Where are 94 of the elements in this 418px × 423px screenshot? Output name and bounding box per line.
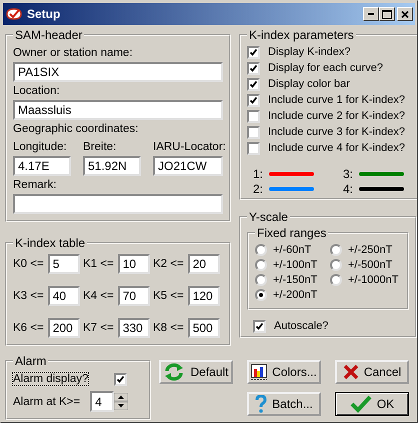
field-label: IARU-Locator:	[153, 141, 223, 154]
input-field[interactable]: 20	[188, 254, 220, 274]
radio-button[interactable]	[255, 258, 267, 270]
dialog-button[interactable]: Batch...	[247, 392, 321, 416]
minimize-button[interactable]	[363, 7, 379, 21]
checkbox-label: Display for each curve?	[268, 62, 383, 74]
question-mark-icon	[255, 395, 268, 413]
checkbox-label: Include curve 2 for K-index?	[268, 110, 405, 122]
input-field[interactable]: 500	[188, 318, 220, 338]
curve-number: 3:	[343, 166, 354, 180]
radio-button[interactable]	[255, 274, 267, 286]
field-label: K7 <=	[83, 322, 114, 334]
field-label: Location:	[13, 85, 61, 98]
input-field[interactable]: 70	[118, 286, 150, 306]
field-label: Remark:	[13, 179, 58, 192]
group-title: K-index table	[14, 236, 86, 250]
radio-button[interactable]	[330, 244, 342, 256]
field-label: Longitude:	[13, 141, 68, 154]
app-icon	[5, 7, 23, 21]
cross-icon	[342, 364, 359, 380]
checkbox[interactable]	[247, 46, 260, 58]
radio-label: +/-250nT	[348, 244, 392, 256]
group-title: SAM-header	[14, 28, 84, 42]
radio-button[interactable]	[255, 288, 267, 300]
checkbox[interactable]	[114, 372, 127, 386]
field-label: Geographic coordinates:	[13, 123, 140, 136]
spin-arrows-icon[interactable]	[114, 393, 128, 410]
radio-label: +/-500nT	[348, 258, 392, 270]
checkbox[interactable]	[247, 62, 260, 74]
input-field[interactable]: 120	[188, 286, 220, 306]
checkbox[interactable]	[247, 78, 260, 90]
close-icon	[401, 10, 409, 18]
input-field[interactable]: 330	[118, 318, 150, 338]
dialog-button[interactable]: Colors...	[247, 360, 321, 384]
group-title: K-index parameters	[248, 28, 355, 42]
input-field[interactable]: 5	[48, 254, 80, 274]
group-title: Alarm	[14, 354, 48, 368]
checkbox-label: Display color bar	[268, 78, 350, 90]
input-field[interactable]: PA1SIX	[13, 62, 223, 82]
input-field[interactable]: 51.92N	[83, 156, 141, 176]
input-field[interactable]: 10	[118, 254, 150, 274]
checkbox[interactable]	[247, 142, 260, 154]
dialog-button[interactable]: Cancel	[335, 360, 409, 384]
field-label: K6 <=	[13, 322, 44, 334]
radio-label: +/-60nT	[273, 244, 312, 256]
field-label: K1 <=	[83, 258, 114, 270]
checkbox-label: Autoscale?	[274, 320, 328, 332]
field-label: K8 <=	[153, 322, 184, 334]
field-label: K5 <=	[153, 290, 184, 302]
maximize-icon	[382, 10, 392, 18]
curve-number: 1:	[253, 166, 264, 180]
checkbox-label: Alarm display?	[13, 373, 88, 385]
bar-chart-icon	[251, 364, 268, 380]
window-title: Setup	[27, 7, 62, 21]
close-button[interactable]	[397, 7, 413, 21]
radio-label: +/-200nT	[273, 288, 318, 300]
radio-button[interactable]	[255, 244, 267, 256]
field-label: Owner or station name:	[13, 47, 134, 60]
refresh-icon	[163, 362, 186, 382]
radio-label: +/-150nT	[273, 274, 318, 286]
checkbox-label: Include curve 3 for K-index?	[268, 126, 405, 138]
checkbox[interactable]	[247, 126, 260, 138]
check-icon	[350, 395, 372, 413]
dialog-button[interactable]: Default	[159, 360, 233, 384]
radio-button[interactable]	[330, 274, 342, 286]
group-title: Y-scale	[248, 210, 289, 224]
minimize-icon	[368, 13, 374, 15]
curve-number: 4:	[343, 182, 354, 196]
field-label: Alarm at K>=	[13, 396, 80, 408]
field-label: K0 <=	[13, 258, 44, 270]
radio-label: +/-100nT	[273, 258, 318, 270]
checkbox-label: Include curve 1 for K-index?	[268, 94, 405, 106]
input-field[interactable]: 4.17E	[13, 156, 71, 176]
field-label: K3 <=	[13, 290, 44, 302]
field-label: Breite:	[83, 141, 118, 154]
maximize-button[interactable]	[379, 7, 395, 21]
input-field[interactable]: 40	[48, 286, 80, 306]
checkbox[interactable]	[247, 94, 260, 106]
checkbox[interactable]	[247, 110, 260, 122]
field-label: K4 <=	[83, 290, 114, 302]
group-title: Fixed ranges	[256, 226, 328, 240]
radio-button[interactable]	[330, 258, 342, 270]
checkbox[interactable]	[253, 320, 266, 332]
curve-number: 2:	[253, 182, 264, 196]
checkbox-label: Include curve 4 for K-index?	[268, 142, 405, 154]
input-field[interactable]: JO21CW	[153, 156, 223, 176]
input-field[interactable]: 200	[48, 318, 80, 338]
dialog-button[interactable]: OK	[335, 392, 409, 416]
field-label: K2 <=	[153, 258, 184, 270]
input-field[interactable]	[13, 194, 223, 214]
input-field[interactable]: Maassluis	[13, 100, 223, 120]
checkbox-label: Display K-index?	[268, 46, 351, 58]
radio-label: +/-1000nT	[348, 274, 398, 286]
input-field[interactable]: 4	[90, 391, 114, 412]
